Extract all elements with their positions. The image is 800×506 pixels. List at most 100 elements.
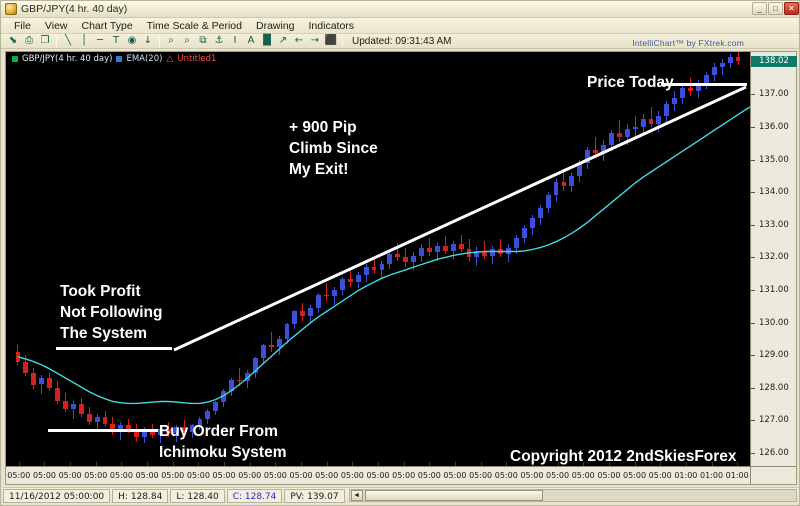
price-axis-label: 133.00 (759, 219, 789, 230)
candle-body (490, 249, 496, 256)
price-axis-tick (751, 322, 755, 324)
buy-order-hline[interactable] (48, 429, 158, 432)
anchor-icon[interactable]: ⚓ (211, 35, 227, 48)
price-axis-label: 135.00 (759, 154, 789, 165)
cursor-select-icon[interactable]: ⬊ (5, 35, 21, 48)
menu-drawing[interactable]: Drawing (249, 19, 302, 33)
chart-window-icon (5, 3, 17, 15)
minimize-button[interactable]: _ (752, 2, 767, 15)
ema-20-line (17, 106, 750, 405)
status-datetime: 11/16/2012 05:00:00 (3, 488, 111, 503)
candle-body (339, 278, 345, 290)
horizontal-scrollbar[interactable]: ◄ (348, 489, 797, 502)
candle-body (284, 324, 290, 339)
menu-chart-type[interactable]: Chart Type (75, 19, 140, 33)
close-button[interactable]: ✕ (784, 2, 799, 15)
menu-time-scale-period[interactable]: Time Scale & Period (140, 19, 249, 33)
candle-body (237, 379, 242, 382)
copyright-note: Copyright 2012 2ndSkiesForex (510, 447, 737, 466)
fib-retracement-icon[interactable]: ⧉ (195, 35, 211, 48)
menu-indicators[interactable]: Indicators (302, 19, 362, 33)
time-axis-label: 05:00 (212, 471, 236, 480)
time-axis[interactable]: 05:00 05:00 05:00 05:00 05:00 05:00 05:00 05:00… (6, 466, 750, 484)
time-axis-label: 01:00 (674, 471, 698, 480)
status-close: C: 128.74 (226, 488, 283, 503)
candle-body (561, 182, 567, 186)
zoom-out-icon[interactable]: ⌕ (179, 35, 195, 48)
menu-file[interactable]: File (7, 19, 38, 33)
chart-plot-area[interactable]: GBP/JPY(4 hr. 40 day) EMA(20) △ Untitled… (6, 52, 750, 466)
copy-icon[interactable]: ❐ (37, 35, 53, 48)
uptrend-line-drawing[interactable] (6, 52, 750, 466)
candle-body (411, 255, 417, 263)
time-axis-label: 05:00 (546, 471, 570, 480)
scroll-right-icon[interactable]: → (307, 35, 323, 48)
buy-order-note: Buy Order From Ichimoku System (159, 422, 287, 464)
price-axis-tick (751, 420, 755, 422)
scroll-left-button[interactable]: ◄ (350, 490, 363, 501)
candle-body (735, 56, 741, 62)
candle-icon[interactable]: ⬛ (323, 35, 339, 48)
candle-body (324, 294, 329, 297)
candle-wick (270, 332, 272, 352)
bar-chart-icon[interactable]: █ (259, 35, 275, 48)
took-profit-note: Took Profit Not Following The System (60, 282, 162, 345)
candle-wick (650, 107, 652, 127)
candle-body (23, 361, 29, 374)
horizontal-line-icon[interactable]: ─ (92, 35, 108, 48)
candle-wick (373, 257, 375, 274)
legend-label-price: GBP/JPY(4 hr. 40 day) (22, 54, 113, 64)
scroll-left-icon[interactable]: ← (291, 35, 307, 48)
time-axis-label: 05:00 (469, 471, 493, 480)
zoom-in-icon[interactable]: ⌕ (163, 35, 179, 48)
candle-body (252, 358, 258, 374)
vertical-line-icon[interactable]: │ (76, 35, 92, 48)
time-axis-label: 05:00 (161, 471, 185, 480)
time-axis-label: 05:00 (32, 471, 56, 480)
price-axis-label: 132.00 (759, 252, 789, 263)
chart-container[interactable]: IntelliChart™ by FXtrek.com GBP/JPY(4 hr… (5, 38, 797, 485)
line-chart-icon[interactable]: ↗ (275, 35, 291, 48)
scrollbar-thumb[interactable] (364, 490, 544, 501)
candle-body (498, 249, 504, 255)
time-axis-label: 05:00 (58, 471, 82, 480)
chart-application-window: GBP/JPY(4 hr. 40 day) _ □ ✕ File View Ch… (0, 0, 800, 506)
text-tool-icon[interactable]: T (108, 35, 124, 48)
statusbar: 11/16/2012 05:00:00 H: 128.84 L: 128.40 … (3, 487, 799, 503)
time-axis-label: 05:00 (84, 471, 108, 480)
candle-body (601, 144, 606, 154)
candle-body (102, 417, 108, 424)
candle-wick (595, 136, 597, 158)
arrow-down-icon[interactable]: ↓ (140, 35, 156, 48)
ellipse-icon[interactable]: ◉ (124, 35, 140, 48)
price-axis[interactable]: 138.02 137.00 136.00 135.00 134.00 133.00 132.… (750, 52, 797, 466)
price-axis-tick (751, 192, 755, 194)
font-icon[interactable]: A (243, 35, 259, 48)
time-axis-label: 05:00 (417, 471, 441, 480)
time-axis-label: 05:00 (443, 471, 467, 480)
time-axis-label: 05:00 (648, 471, 672, 480)
candle-body (727, 56, 733, 64)
candle-body (39, 377, 45, 385)
print-icon[interactable]: ⎙ (21, 35, 37, 48)
candle-body (656, 115, 662, 124)
current-price-tag: 138.02 (751, 55, 797, 67)
candle-body (371, 267, 377, 271)
candle-body (62, 400, 68, 409)
candle-body (703, 74, 709, 83)
window-controls: _ □ ✕ (752, 2, 799, 15)
candle-body (585, 149, 591, 163)
candle-body (395, 254, 401, 258)
i-beam-icon[interactable]: I (227, 35, 243, 48)
menu-view[interactable]: View (38, 19, 75, 33)
chart-legend: GBP/JPY(4 hr. 40 day) EMA(20) △ Untitled… (12, 54, 216, 64)
time-axis-label: 05:00 (186, 471, 210, 480)
candle-body (292, 311, 298, 325)
candle-body (506, 247, 511, 255)
time-axis-label: 05:00 (109, 471, 133, 480)
maximize-button[interactable]: □ (768, 2, 783, 15)
took-profit-hline[interactable] (56, 347, 172, 350)
trendline-icon[interactable]: ╲ (60, 35, 76, 48)
window-titlebar: GBP/JPY(4 hr. 40 day) _ □ ✕ (1, 1, 799, 18)
candle-body (363, 267, 369, 276)
